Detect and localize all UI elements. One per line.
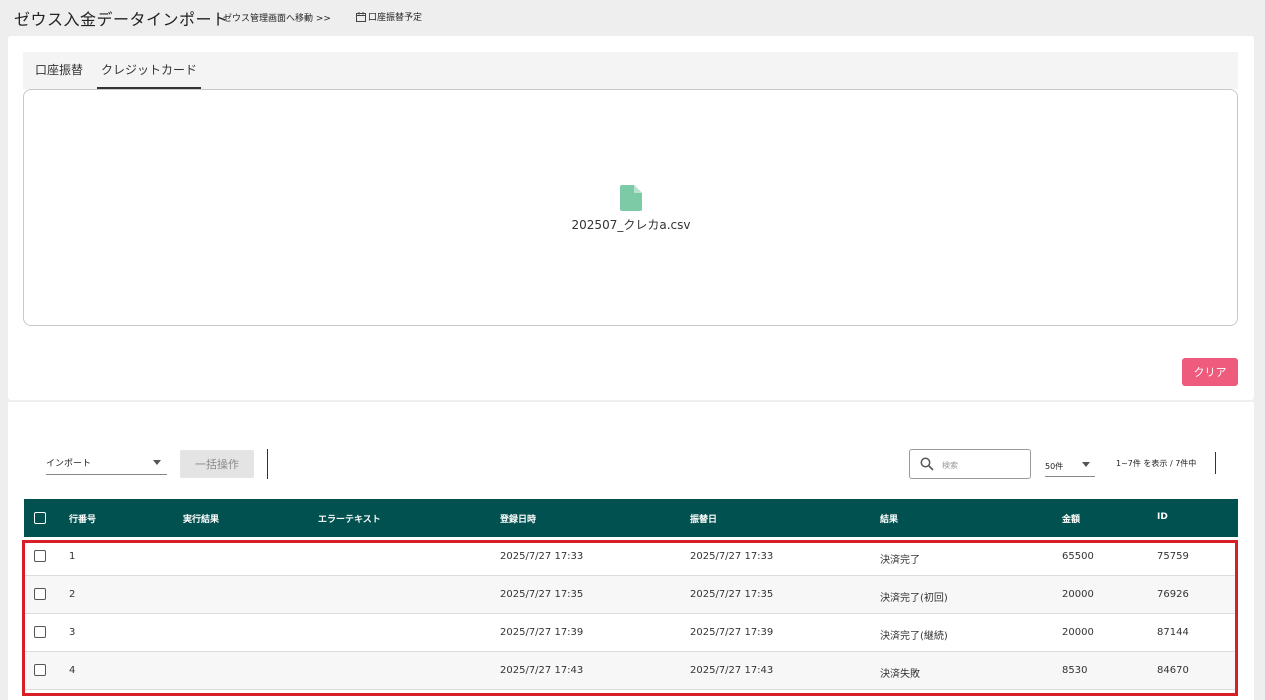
select-all-checkbox[interactable] bbox=[34, 512, 46, 524]
column-header-registered-at[interactable]: 登録日時 bbox=[500, 512, 536, 525]
uploaded-file-name: 202507_クレカa.csv bbox=[571, 218, 691, 232]
page-title: ゼウス入金データインポート bbox=[14, 10, 229, 29]
cell-result: 決済完了(初回) bbox=[880, 593, 948, 604]
clear-button[interactable]: クリア bbox=[1182, 358, 1238, 386]
dropdown-caret-icon bbox=[153, 460, 161, 465]
pagination-divider bbox=[1215, 452, 1216, 474]
cell-registered-at: 2025/7/27 17:43 bbox=[500, 665, 584, 676]
table-row[interactable]: 4 2025/7/27 17:43 2025/7/27 17:43 決済失敗 8… bbox=[24, 652, 1238, 690]
cell-result: 決済失敗 bbox=[880, 669, 920, 680]
bulk-action-button[interactable]: 一括操作 bbox=[180, 450, 254, 478]
table-header: 行番号 実行結果 エラーテキスト 登録日時 振替日 結果 金額 ID bbox=[24, 499, 1238, 537]
cell-result: 決済完了 bbox=[880, 555, 920, 566]
row-checkbox[interactable] bbox=[34, 550, 46, 562]
page-size-caret-icon bbox=[1082, 462, 1090, 467]
cell-amount: 20000 bbox=[1062, 627, 1094, 638]
admin-screen-link[interactable]: ゼウス管理画面へ移動 >> bbox=[223, 11, 331, 24]
page-size-value: 50件 bbox=[1045, 462, 1064, 471]
cell-registered-at: 2025/7/27 17:35 bbox=[500, 589, 584, 600]
file-icon bbox=[620, 185, 642, 211]
cell-transfer-date: 2025/7/27 17:39 bbox=[690, 627, 774, 638]
page-size-select[interactable]: 50件 bbox=[1045, 452, 1095, 477]
schedule-link-label: 口座振替予定 bbox=[368, 13, 423, 23]
cell-id: 76926 bbox=[1157, 589, 1189, 600]
file-dropzone[interactable]: 202507_クレカa.csv bbox=[23, 89, 1238, 326]
import-select[interactable]: インポート bbox=[46, 450, 167, 475]
cell-id: 87144 bbox=[1157, 627, 1189, 638]
cell-registered-at: 2025/7/27 17:33 bbox=[500, 551, 584, 562]
table-row[interactable]: 2 2025/7/27 17:35 2025/7/27 17:35 決済完了(初… bbox=[24, 576, 1238, 614]
cell-transfer-date: 2025/7/27 17:33 bbox=[690, 551, 774, 562]
column-header-transfer-date[interactable]: 振替日 bbox=[690, 512, 717, 525]
search-box[interactable] bbox=[909, 449, 1031, 479]
import-select-value: インポート bbox=[46, 459, 92, 469]
search-icon bbox=[920, 457, 934, 471]
schedule-link[interactable]: 口座振替予定 bbox=[356, 10, 422, 23]
table-row[interactable]: 1 2025/7/27 17:33 2025/7/27 17:33 決済完了 6… bbox=[24, 538, 1238, 576]
cell-id: 75759 bbox=[1157, 551, 1189, 562]
cell-amount: 20000 bbox=[1062, 589, 1094, 600]
column-header-row-number[interactable]: 行番号 bbox=[69, 512, 96, 525]
pagination-range: 1~7件 を表示 / 7件中 bbox=[1116, 459, 1197, 468]
tab-bank-transfer[interactable]: 口座振替 bbox=[23, 52, 95, 89]
cell-amount: 8530 bbox=[1062, 665, 1088, 676]
tab-bar: 口座振替 クレジットカード bbox=[23, 52, 1238, 89]
row-checkbox[interactable] bbox=[34, 664, 46, 676]
column-header-error-text[interactable]: エラーテキスト bbox=[318, 512, 381, 525]
tab-credit-card[interactable]: クレジットカード bbox=[97, 52, 201, 89]
row-checkbox[interactable] bbox=[34, 626, 46, 638]
top-bar: ゼウス入金データインポート ゼウス管理画面へ移動 >> 口座振替予定 bbox=[0, 0, 1265, 36]
cell-registered-at: 2025/7/27 17:39 bbox=[500, 627, 584, 638]
cell-id: 84670 bbox=[1157, 665, 1189, 676]
cell-transfer-date: 2025/7/27 17:35 bbox=[690, 589, 774, 600]
cell-result: 決済完了(継続) bbox=[880, 631, 948, 642]
column-header-result[interactable]: 結果 bbox=[880, 512, 898, 525]
cell-row-number: 1 bbox=[69, 551, 76, 562]
row-checkbox[interactable] bbox=[34, 588, 46, 600]
cell-amount: 65500 bbox=[1062, 551, 1094, 562]
column-header-exec-result[interactable]: 実行結果 bbox=[183, 512, 219, 525]
column-header-amount[interactable]: 金額 bbox=[1062, 512, 1080, 525]
cell-row-number: 2 bbox=[69, 589, 76, 600]
column-header-id[interactable]: ID bbox=[1157, 512, 1168, 522]
cell-row-number: 3 bbox=[69, 627, 76, 638]
cell-transfer-date: 2025/7/27 17:43 bbox=[690, 665, 774, 676]
table-row[interactable]: 3 2025/7/27 17:39 2025/7/27 17:39 決済完了(継… bbox=[24, 614, 1238, 652]
calendar-icon bbox=[356, 11, 366, 22]
cell-row-number: 4 bbox=[69, 665, 76, 676]
toolbar-divider bbox=[267, 449, 268, 479]
search-input[interactable] bbox=[940, 455, 1028, 475]
